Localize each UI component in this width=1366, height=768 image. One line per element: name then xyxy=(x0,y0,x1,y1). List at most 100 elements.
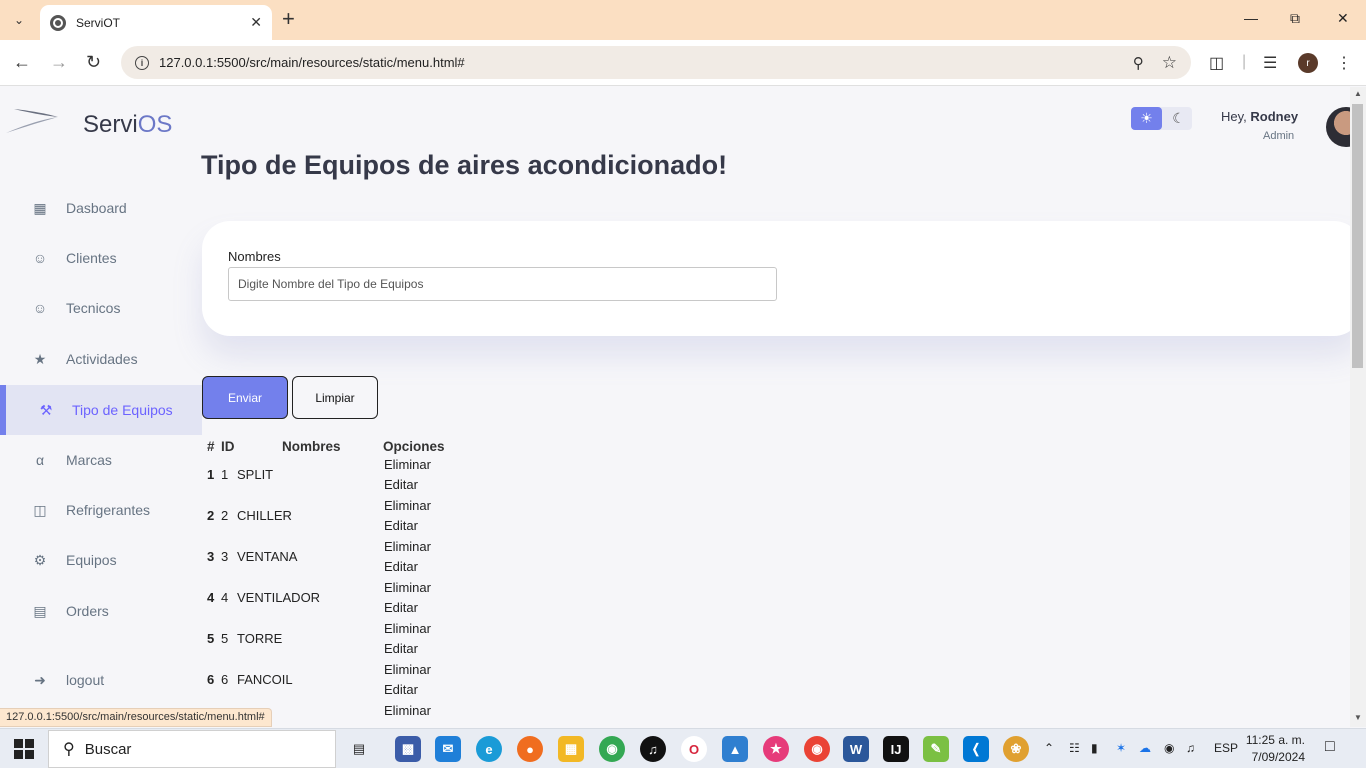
edit-link[interactable]: Editar xyxy=(384,518,418,533)
task-view-icon[interactable]: ▤ xyxy=(346,736,372,762)
mail-icon[interactable]: ✉ xyxy=(435,736,461,762)
zoom-icon[interactable]: ⚲ xyxy=(1133,54,1144,72)
opera-icon[interactable]: O xyxy=(681,736,707,762)
delete-link[interactable]: Eliminar xyxy=(384,498,431,513)
sidebar-item-logout[interactable]: ➜ logout xyxy=(0,655,202,705)
table-row: 5 5 TORRE Eliminar Editar xyxy=(204,617,504,658)
extensions-icon[interactable]: ◫ xyxy=(1209,53,1224,73)
sidebar-item-orders[interactable]: ▤ Orders xyxy=(0,586,202,636)
sidebar-item-label: logout xyxy=(66,672,105,688)
clear-button[interactable]: Limpiar xyxy=(292,376,378,419)
tiktok-icon[interactable]: ♫ xyxy=(640,736,666,762)
page-scrollbar[interactable]: ▲ ▼ xyxy=(1350,87,1366,727)
bluetooth-icon[interactable]: ✶ xyxy=(1116,741,1126,755)
receipt-icon: ▤ xyxy=(33,602,47,619)
tab-favicon-icon xyxy=(50,14,66,31)
network-app-icon[interactable]: ▩ xyxy=(395,736,421,762)
volume-icon[interactable]: ♫ xyxy=(1186,741,1195,755)
notifications-icon[interactable]: □ xyxy=(1325,738,1335,756)
row-id: 2 xyxy=(221,508,229,523)
new-tab-icon[interactable]: + xyxy=(282,8,295,30)
delete-link[interactable]: Eliminar xyxy=(384,457,431,472)
scroll-down-icon[interactable]: ▼ xyxy=(1354,713,1362,722)
minimize-icon[interactable]: — xyxy=(1244,10,1258,26)
tray-chevron-icon[interactable]: ⌃ xyxy=(1044,741,1054,755)
tab-close-icon[interactable]: ✕ xyxy=(250,14,262,31)
form-card: Nombres xyxy=(202,221,1350,336)
table-row: 2 2 CHILLER Eliminar Editar xyxy=(204,494,504,535)
tab-search-dropdown-icon[interactable]: ⌄ xyxy=(8,9,30,31)
edit-link[interactable]: Editar xyxy=(384,600,418,615)
reload-icon[interactable]: ↻ xyxy=(86,52,101,72)
name-input[interactable] xyxy=(228,267,777,301)
sidebar-item-label: Refrigerantes xyxy=(66,502,151,518)
firefox-icon[interactable]: ● xyxy=(517,736,543,762)
photos-icon[interactable]: ▲ xyxy=(722,736,748,762)
sidebar-item-label: Tipo de Equipos xyxy=(72,402,173,418)
language-indicator[interactable]: ESP xyxy=(1214,741,1238,755)
edit-link[interactable]: Editar xyxy=(384,682,418,697)
sun-icon[interactable]: ☀ xyxy=(1131,107,1162,130)
word-icon[interactable]: W xyxy=(843,736,869,762)
delete-link[interactable]: Eliminar xyxy=(384,703,431,718)
moon-icon[interactable]: ☾ xyxy=(1165,107,1192,130)
table-row: 3 3 VENTANA Eliminar Editar xyxy=(204,535,504,576)
profile-avatar[interactable]: r xyxy=(1298,53,1318,73)
taskbar-search[interactable]: ⚲ Buscar xyxy=(48,730,336,768)
row-id: 6 xyxy=(221,672,229,687)
sidebar-item-tecnicos[interactable]: ☺ Tecnicos xyxy=(0,283,202,333)
edit-link[interactable]: Editar xyxy=(384,477,418,492)
camera-icon[interactable]: ◉ xyxy=(1164,741,1174,755)
person-icon: ☺ xyxy=(32,300,48,316)
sidebar-item-marcas[interactable]: α Marcas xyxy=(0,435,202,485)
forward-icon[interactable]: → xyxy=(50,52,68,72)
onedrive-icon[interactable]: ☁ xyxy=(1139,741,1151,755)
chrome-profile-icon[interactable]: ◉ xyxy=(804,736,830,762)
page-title: Tipo de Equipos de aires acondicionado! xyxy=(201,150,728,180)
row-name: VENTANA xyxy=(237,549,298,564)
sidebar-item-actividades[interactable]: ★ Actividades xyxy=(0,334,202,384)
delete-link[interactable]: Eliminar xyxy=(384,539,431,554)
scroll-up-icon[interactable]: ▲ xyxy=(1354,89,1362,98)
wifi-icon[interactable]: ☷ xyxy=(1069,741,1080,755)
site-info-icon[interactable]: i xyxy=(135,55,149,70)
avatar[interactable] xyxy=(1326,107,1350,147)
theme-toggle[interactable]: ☀ ☾ xyxy=(1131,107,1192,130)
sidebar-item-clientes[interactable]: ☺ Clientes xyxy=(0,233,202,283)
intellij-icon[interactable]: IJ xyxy=(883,736,909,762)
file-explorer-icon[interactable]: ▦ xyxy=(558,736,584,762)
table-row: 1 1 SPLIT Eliminar Editar xyxy=(204,453,504,494)
delete-link[interactable]: Eliminar xyxy=(384,580,431,595)
sidebar-item-tipo-de-equipos[interactable]: ⚒ Tipo de Equipos xyxy=(0,385,202,435)
restore-icon[interactable]: ⧉ xyxy=(1290,10,1300,27)
edge-icon[interactable]: e xyxy=(476,736,502,762)
paint-icon[interactable]: ❀ xyxy=(1003,736,1029,762)
send-button[interactable]: Enviar xyxy=(202,376,288,419)
dev-tool-icon[interactable]: ✎ xyxy=(923,736,949,762)
chrome-icon[interactable]: ◉ xyxy=(599,736,625,762)
clock[interactable]: 11:25 a. m. 7/09/2024 xyxy=(1245,732,1305,766)
edit-link[interactable]: Editar xyxy=(384,559,418,574)
edit-link[interactable]: Editar xyxy=(384,641,418,656)
back-icon[interactable]: ← xyxy=(13,52,31,72)
vscode-icon[interactable]: ❬ xyxy=(963,736,989,762)
row-id: 5 xyxy=(221,631,229,646)
media-control-icon[interactable]: ☰ xyxy=(1263,53,1277,73)
address-bar[interactable]: i 127.0.0.1:5500/src/main/resources/stat… xyxy=(121,46,1191,79)
windows-start-icon[interactable] xyxy=(14,739,34,759)
sidebar-item-dasboard[interactable]: ▦ Dasboard xyxy=(0,183,202,233)
sidebar-item-refrigerantes[interactable]: ◫ Refrigerantes xyxy=(0,485,202,535)
delete-link[interactable]: Eliminar xyxy=(384,662,431,677)
bookmark-star-icon[interactable]: ☆ xyxy=(1162,53,1177,73)
sidebar-item-equipos[interactable]: ⚙ Equipos xyxy=(0,535,202,585)
battery-icon[interactable]: ▮ xyxy=(1091,741,1098,755)
star-app-icon[interactable]: ★ xyxy=(763,736,789,762)
address-url[interactable]: 127.0.0.1:5500/src/main/resources/static… xyxy=(159,55,1133,70)
browser-tab[interactable]: ServiOT ✕ xyxy=(40,5,272,40)
tab-title: ServiOT xyxy=(76,15,121,30)
scrollbar-thumb[interactable] xyxy=(1352,104,1363,368)
close-window-icon[interactable]: ✕ xyxy=(1337,10,1349,27)
browser-menu-icon[interactable]: ⋮ xyxy=(1336,53,1352,73)
logout-icon: ➜ xyxy=(34,671,46,688)
delete-link[interactable]: Eliminar xyxy=(384,621,431,636)
